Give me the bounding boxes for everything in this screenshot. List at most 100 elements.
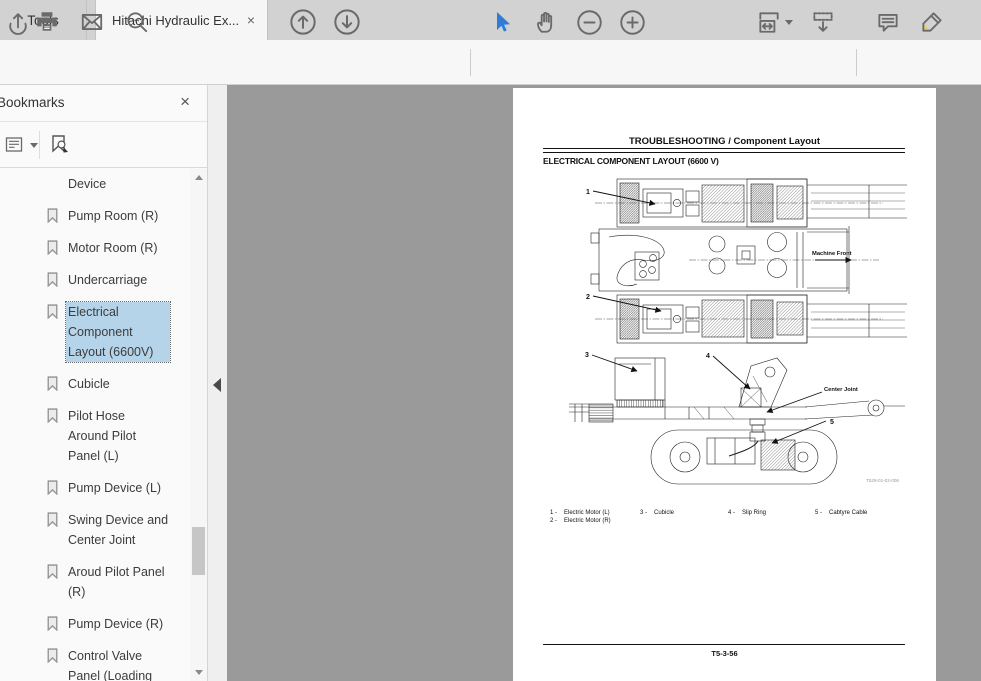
bookmark-item-label: Swing Device and Center Joint <box>68 510 172 550</box>
center-joint-label: Center Joint <box>824 387 858 393</box>
sidebar-scrollbar[interactable] <box>190 169 207 681</box>
document-canvas[interactable]: TROUBLESHOOTING / Component Layout ELECT… <box>227 85 981 681</box>
bookmark-item-cubicle[interactable]: Cubicle <box>0 374 190 394</box>
bookmark-item-label-selected: Electrical Component Layout (6600V) <box>66 302 170 362</box>
bookmark-item-motor-room-r[interactable]: Motor Room (R) <box>0 238 190 258</box>
scroll-mode-button[interactable] <box>806 5 840 39</box>
comment-icon <box>875 9 901 35</box>
email-icon <box>79 9 105 35</box>
bookmark-icon <box>46 512 59 532</box>
page-up-icon <box>289 8 317 36</box>
bookmark-options-button[interactable] <box>4 130 38 160</box>
footer-rule <box>543 644 905 645</box>
legend-label: Electric Motor (R) <box>564 518 611 524</box>
bookmark-item-label: Motor Room (R) <box>68 238 172 258</box>
pdf-page: TROUBLESHOOTING / Component Layout ELECT… <box>513 88 936 681</box>
bookmarks-title: Bookmarks <box>0 95 65 110</box>
bookmark-item-label: Undercarriage <box>68 270 172 290</box>
bookmarks-toolbar <box>0 123 208 168</box>
page-down-icon <box>333 8 361 36</box>
find-bookmark-icon <box>48 133 72 157</box>
legend-num: 3 - <box>640 510 654 516</box>
next-page-button[interactable] <box>330 5 364 39</box>
toolbar-divider <box>856 49 857 76</box>
legend-label: Cabtyre Cable <box>829 510 867 516</box>
machine-front-label: Machine Front <box>812 251 852 257</box>
bookmark-icon <box>46 408 59 428</box>
callout-1: 1 <box>586 189 590 196</box>
highlight-button[interactable] <box>915 5 949 39</box>
bookmark-item-pump-room-r[interactable]: Pump Room (R) <box>0 206 190 226</box>
bookmark-item-control-valve-panel[interactable]: Control Valve Panel (Loading Shovel) <box>0 646 190 681</box>
legend-label: Electric Motor (L) <box>564 510 610 516</box>
fit-width-button[interactable] <box>752 5 796 39</box>
chevron-down-icon <box>30 143 38 148</box>
comment-button[interactable] <box>871 5 905 39</box>
bookmark-item-label: Device <box>68 174 172 194</box>
page-footer-number: T5-3-56 <box>513 649 936 658</box>
panel-splitter[interactable] <box>208 85 227 681</box>
bookmark-item-aroud-pilot-panel-r[interactable]: Aroud Pilot Panel (R) <box>0 562 190 602</box>
bookmark-icon <box>46 304 59 324</box>
search-icon <box>124 9 150 35</box>
collapse-sidebar-icon[interactable] <box>213 378 221 392</box>
figure-legend: 1 -Electric Motor (L) 2 -Electric Motor … <box>513 510 936 530</box>
bookmark-item-label: Cubicle <box>68 374 172 394</box>
bookmark-icon <box>46 208 59 228</box>
bookmark-item-undercarriage[interactable]: Undercarriage <box>0 270 190 290</box>
legend-label: Slip Ring <box>742 510 766 516</box>
print-icon <box>34 9 60 35</box>
hand-icon <box>533 9 559 35</box>
legend-num: 1 - <box>550 510 564 516</box>
legend-label: Cubicle <box>654 510 674 516</box>
bookmarks-toolbar-divider <box>39 131 40 159</box>
bookmark-icon <box>46 480 59 500</box>
header-rule <box>543 148 905 153</box>
find-current-bookmark-button[interactable] <box>48 130 72 160</box>
options-list-icon <box>4 134 26 156</box>
scroll-up-icon[interactable] <box>190 169 207 186</box>
zoom-out-button[interactable] <box>572 5 606 39</box>
hand-tool-button[interactable] <box>529 5 563 39</box>
callout-5: 5 <box>830 419 834 426</box>
zoom-in-icon <box>619 9 646 36</box>
bookmark-item-label: Aroud Pilot Panel (R) <box>68 562 172 602</box>
scrollbar-thumb[interactable] <box>192 527 205 575</box>
legend-num: 5 - <box>815 510 829 516</box>
bookmark-icon <box>46 376 59 396</box>
callout-4: 4 <box>706 353 710 360</box>
bookmark-list: Device Pump Room (R) Motor Room (R) Unde… <box>0 169 190 681</box>
bookmark-item-electrical-component-layout[interactable]: Electrical Component Layout (6600V) <box>0 302 190 362</box>
legend-num: 4 - <box>728 510 742 516</box>
select-tool-button[interactable] <box>485 5 519 39</box>
bookmark-icon <box>46 564 59 584</box>
pdf-viewer-window: Tools Hitachi Hydraulic Ex... × <box>0 0 981 681</box>
section-title: ELECTRICAL COMPONENT LAYOUT (6600 V) <box>543 156 719 166</box>
email-button[interactable] <box>75 5 109 39</box>
bookmark-icon <box>46 240 59 260</box>
fit-width-icon <box>756 9 782 35</box>
figure-side-view: 3 4 5 Center Joint T528-01-02-006 <box>539 344 911 502</box>
scroll-down-icon[interactable] <box>190 664 207 681</box>
bookmark-item-label: Control Valve Panel (Loading Shovel) <box>68 646 172 681</box>
bookmark-item-pump-device-r[interactable]: Pump Device (R) <box>0 614 190 634</box>
bookmarks-header: Bookmarks × <box>0 85 208 122</box>
bookmark-item-swing-device-and-center-joint[interactable]: Swing Device and Center Joint <box>0 510 190 550</box>
print-button[interactable] <box>30 5 64 39</box>
previous-page-button[interactable] <box>286 5 320 39</box>
bookmark-item-pilot-hose-around-pilot-panel-l[interactable]: Pilot Hose Around Pilot Panel (L) <box>0 406 190 466</box>
close-tab-icon[interactable]: × <box>245 13 257 27</box>
bookmark-item-pump-device-l[interactable]: Pump Device (L) <box>0 478 190 498</box>
bookmark-item-label: Pump Device (L) <box>68 478 172 498</box>
figure-plan-view: 1 2 Machine Front <box>539 176 911 346</box>
bookmarks-panel: Bookmarks × <box>0 85 208 681</box>
bookmark-item-device-partial[interactable]: Device <box>0 174 190 194</box>
main-toolbar: / 414 46.7% <box>0 40 981 85</box>
close-bookmarks-icon[interactable]: × <box>180 93 190 110</box>
search-button[interactable] <box>120 5 154 39</box>
highlighter-icon <box>919 9 945 35</box>
legend-num: 2 - <box>550 518 564 524</box>
zoom-in-button[interactable] <box>615 5 649 39</box>
toolbar-divider <box>470 49 471 76</box>
callout-3: 3 <box>585 352 589 359</box>
